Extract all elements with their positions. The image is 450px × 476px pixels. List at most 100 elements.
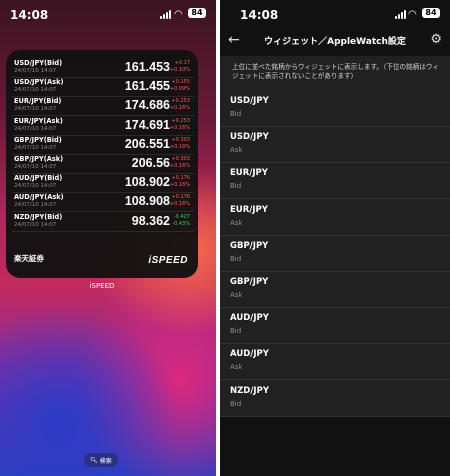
quote-price: 108.902: [124, 175, 170, 190]
item-side: Bid: [230, 254, 242, 263]
item-symbol: AUD/JPY: [230, 313, 269, 324]
search-icon: 🔍︎: [90, 456, 98, 464]
quote-price: 206.551: [124, 136, 170, 151]
item-side: Bid: [230, 327, 242, 336]
symbol-list-item[interactable]: GBP/JPY Ask: [220, 271, 450, 308]
quote-change-value: +0.17: [174, 60, 190, 66]
symbol-list-item[interactable]: AUD/JPY Ask: [220, 343, 450, 381]
quote-change: +0.303 +0.16%: [170, 156, 190, 170]
quote-row: EUR/JPY(Bid) 24/07/10 14:07 174.686 +0.253 +…: [12, 96, 194, 117]
quote-change: +0.253 +0.16%: [170, 98, 190, 112]
quote-price: 161.453: [124, 60, 170, 74]
quote-price: 174.691: [124, 117, 170, 132]
quote-row: EUR/JPY(Ask) 24/07/10 14:07 174.691 +0.253 +…: [12, 116, 194, 136]
quote-row: USD/JPY(Bid) 24/07/10 14:07 161.453 +0.17 +0…: [12, 58, 194, 78]
widget-caption: iSPEED: [89, 282, 115, 290]
quote-change: -0.427 -0.43%: [172, 214, 190, 228]
item-symbol: GBP/JPY: [230, 277, 269, 287]
signal-icon: [395, 10, 406, 19]
battery-icon: 84: [422, 8, 440, 18]
quote-pair: USD/JPY(Ask): [14, 78, 64, 87]
quote-timestamp: 24/07/10 14:07: [14, 144, 57, 151]
item-side: Ask: [230, 291, 243, 299]
search-label: 検索: [99, 457, 112, 465]
quote-change-value: +0.253: [171, 117, 190, 124]
quote-row: NZD/JPY(Bid) 24/07/10 14:07 98.362 -0.427 -0…: [12, 212, 194, 232]
quote-change-value: +0.176: [171, 175, 190, 182]
quote-timestamp: 24/07/10 14:07: [14, 106, 57, 113]
symbol-list-item[interactable]: EUR/JPY Ask: [220, 199, 450, 236]
quote-change-pct: +0.16%: [169, 201, 190, 208]
quote-price: 98.362: [131, 213, 170, 228]
quote-pair: GBP/JPY(Ask): [14, 155, 64, 163]
item-side: Ask: [230, 363, 243, 372]
item-side: Ask: [230, 218, 243, 227]
fx-quote-widget[interactable]: USD/JPY(Bid) 24/07/10 14:07 161.453 +0.17 +0…: [6, 50, 198, 278]
symbol-list-item[interactable]: AUD/JPY Bid: [220, 307, 450, 345]
quote-change-pct: +0.09%: [169, 86, 190, 93]
quote-change-value: -0.427: [173, 213, 190, 220]
quote-change: +0.176 +0.16%: [170, 175, 190, 189]
signal-icon: [160, 10, 171, 19]
quote-timestamp: 24/07/10 14:07: [14, 202, 57, 209]
quote-row: GBP/JPY(Bid) 24/07/10 14:07 206.551 +0.303 +…: [12, 135, 194, 155]
quote-change-pct: +0.16%: [169, 182, 190, 189]
status-time: 14:08: [240, 8, 279, 22]
quote-change: +0.155 +0.09%: [170, 79, 190, 93]
item-symbol: EUR/JPY: [230, 168, 268, 179]
home-screen: 14:08 ◠ 84 USD/JPY(Bid) 24/07/10 14:07 161…: [0, 0, 216, 476]
status-bar: 14:08 ◠ 84: [220, 0, 450, 28]
item-symbol: NZD/JPY: [230, 385, 269, 396]
item-symbol: GBP/JPY: [230, 240, 269, 251]
battery-icon: 84: [188, 8, 206, 18]
item-side: Bid: [230, 182, 242, 191]
page-title: ウィジェット／AppleWatch設定: [264, 37, 406, 47]
quote-change: +0.253 +0.16%: [170, 118, 190, 132]
quote-change: +0.303 +0.16%: [170, 137, 190, 151]
quote-pair: EUR/JPY(Bid): [14, 97, 62, 106]
wifi-icon: ◠: [408, 9, 417, 20]
quote-change-pct: +0.16%: [169, 105, 190, 112]
item-symbol: USD/JPY: [230, 132, 269, 143]
status-time: 14:08: [10, 8, 49, 22]
quote-timestamp: 24/07/10 14:07: [14, 221, 57, 228]
symbol-order-list: 上位に並べた銘柄からウィジェットに表示します。（下位の銘柄はウィジェットに表示さ…: [220, 56, 450, 417]
search-button[interactable]: 🔍︎ 検索: [84, 453, 118, 467]
quote-change-pct: -0.43%: [172, 220, 190, 227]
quote-pair: EUR/JPY(Ask): [14, 116, 63, 125]
status-bar: 14:08 ◠ 84: [0, 0, 216, 28]
symbol-list-item[interactable]: GBP/JPY Bid: [220, 235, 450, 272]
quote-change-value: +0.155: [171, 79, 190, 86]
symbol-list-item[interactable]: NZD/JPY Bid: [220, 380, 450, 417]
quote-timestamp: 24/07/10 14:07: [14, 68, 57, 74]
quote-price: 161.455: [124, 79, 170, 94]
quote-price: 206.56: [131, 156, 170, 170]
item-side: Ask: [230, 146, 243, 155]
quote-change-value: +0.303: [171, 156, 190, 162]
symbol-list-item[interactable]: USD/JPY Ask: [220, 126, 450, 164]
item-side: Bid: [230, 399, 242, 408]
quote-pair: AUD/JPY(Bid): [14, 174, 63, 183]
broker-name: 楽天証券: [14, 254, 44, 263]
settings-screen: 14:08 ◠ 84 ← ウィジェット／AppleWatch設定 ⚙︎ 上位に並…: [220, 0, 450, 476]
quote-change-pct: +0.10%: [169, 67, 190, 73]
quote-pair: USD/JPY(Bid): [14, 59, 63, 67]
symbol-list-item[interactable]: USD/JPY Bid: [220, 90, 450, 127]
gear-icon[interactable]: ⚙︎: [430, 32, 442, 47]
quote-pair: AUD/JPY(Ask): [14, 193, 64, 202]
wifi-icon: ◠: [174, 9, 183, 20]
quote-timestamp: 24/07/10 14:07: [14, 164, 57, 170]
quote-change-pct: +0.16%: [169, 143, 190, 150]
symbol-list-item[interactable]: EUR/JPY Bid: [220, 162, 450, 200]
quote-timestamp: 24/07/10 14:07: [14, 87, 57, 94]
item-symbol: USD/JPY: [230, 96, 269, 106]
quote-change: +0.176 +0.16%: [170, 194, 190, 208]
quote-change-value: +0.176: [171, 194, 190, 201]
quote-change-value: +0.303: [171, 136, 190, 143]
nav-bar: ← ウィジェット／AppleWatch設定 ⚙︎: [220, 28, 450, 54]
quote-change-pct: +0.16%: [169, 124, 190, 131]
quote-row: AUD/JPY(Bid) 24/07/10 14:07 108.902 +0.176 +…: [12, 173, 194, 194]
quote-timestamp: 24/07/10 14:07: [14, 125, 57, 132]
item-symbol: EUR/JPY: [230, 204, 268, 215]
quote-pair: NZD/JPY(Bid): [14, 212, 63, 221]
